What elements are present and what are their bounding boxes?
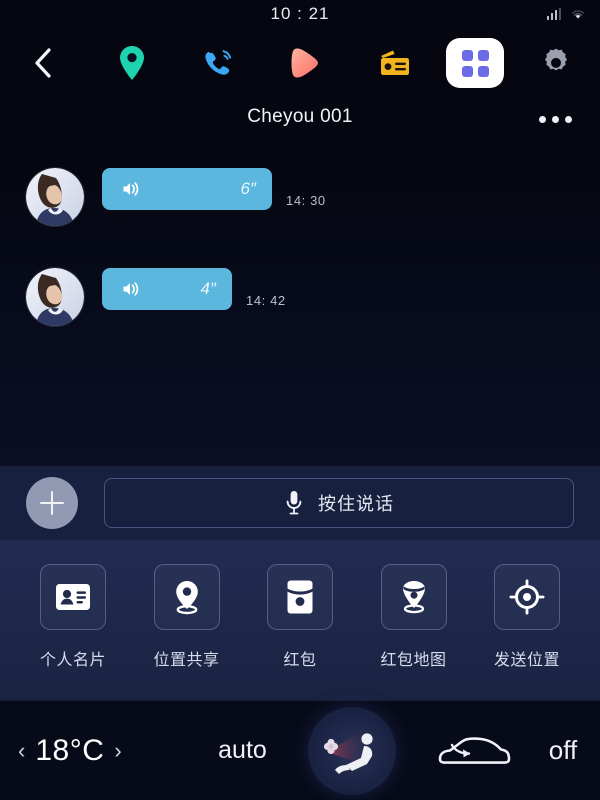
status-clock: 10 : 21: [270, 4, 330, 23]
avatar[interactable]: [26, 268, 84, 326]
function-item-red-packet[interactable]: 红包: [253, 564, 347, 670]
function-item-contact-card[interactable]: 个人名片: [26, 564, 120, 670]
contact-avatar: [26, 168, 84, 226]
function-tile: [267, 564, 333, 630]
function-tile: [494, 564, 560, 630]
voice-message-bubble[interactable]: 6″: [102, 168, 272, 210]
location-pin-icon: [175, 581, 198, 615]
fan-state-button[interactable]: off: [544, 735, 600, 766]
voice-duration: 6″: [240, 179, 256, 198]
message-bubble-wrap: 4″ 14: 42: [84, 268, 286, 310]
microphone-icon: [286, 491, 302, 515]
recirculation-button[interactable]: [404, 730, 544, 772]
contact-card-icon: [56, 584, 90, 610]
contact-avatar: [26, 268, 84, 326]
apps-button[interactable]: [446, 38, 505, 88]
page-title: Cheyou 001: [247, 106, 353, 127]
temperature-control: ‹ 18°C ›: [0, 734, 185, 768]
auto-mode-button[interactable]: auto: [185, 736, 300, 765]
status-indicators: [546, 8, 587, 20]
navigation-button[interactable]: [88, 30, 176, 96]
more-dots-icon[interactable]: [539, 116, 572, 123]
car-infotainment-screen: 10 : 21 Cheyou 001 6″ 14: 30 4″ 14: 42 按…: [0, 0, 600, 800]
seat-airflow-icon: [323, 731, 373, 774]
map-pin-icon: [119, 46, 144, 80]
back-icon: [35, 48, 51, 78]
function-tile: [40, 564, 106, 630]
message-bubble-wrap: 6″ 14: 30: [84, 168, 326, 210]
message-row: 4″ 14: 42: [0, 268, 600, 326]
signal-bars-icon: [546, 8, 561, 20]
red-packet-icon: [287, 580, 313, 614]
car-recirculation-icon: [438, 736, 511, 764]
function-label: 个人名片: [39, 652, 106, 669]
function-item-location-share[interactable]: 位置共享: [140, 564, 234, 670]
radio-icon: [380, 50, 409, 75]
message-timestamp: 14: 42: [246, 293, 286, 308]
airflow-mode-button[interactable]: [308, 706, 396, 795]
red-packet-map-icon: [402, 581, 425, 614]
app-icon-bar: [0, 30, 600, 96]
function-item-send-location[interactable]: 发送位置: [480, 564, 574, 670]
message-input-bar: 按住说话: [0, 466, 600, 540]
chat-header: Cheyou 001: [0, 96, 600, 146]
climate-control-bar: ‹ 18°C › auto off: [0, 700, 600, 800]
gear-icon: [545, 48, 568, 71]
chevron-right-icon[interactable]: ›: [114, 739, 121, 762]
function-label: 发送位置: [493, 652, 560, 669]
message-row: 6″ 14: 30: [0, 168, 600, 226]
temperature-value: 18°C: [35, 733, 105, 767]
back-button[interactable]: [0, 30, 88, 96]
function-label: 红包: [283, 652, 317, 669]
settings-button[interactable]: [512, 30, 600, 96]
hold-to-talk-button[interactable]: 按住说话: [104, 478, 574, 528]
apps-grid-icon: [461, 49, 489, 77]
voice-message-bubble[interactable]: 4″: [102, 268, 232, 310]
phone-icon: [205, 50, 232, 75]
function-tile: [380, 564, 447, 630]
radio-button[interactable]: [351, 30, 439, 96]
function-grid: 个人名片 位置共享 红包 红包地图 发送位置: [0, 540, 600, 700]
function-label: 位置共享: [153, 652, 220, 669]
media-button[interactable]: [263, 30, 351, 96]
send-location-icon: [509, 579, 545, 615]
status-bar: 10 : 21: [0, 0, 600, 30]
chevron-left-icon[interactable]: ‹: [18, 739, 25, 762]
speaker-wave-icon: [123, 182, 139, 196]
voice-duration: 4″: [200, 279, 216, 298]
message-timestamp: 14: 30: [286, 193, 326, 208]
function-tile: [153, 564, 220, 630]
speaker-wave-icon: [123, 282, 139, 296]
function-label: 红包地图: [380, 652, 447, 669]
wifi-icon: [571, 10, 585, 19]
message-list[interactable]: 6″ 14: 30 4″ 14: 42: [0, 146, 600, 466]
add-attachment-button[interactable]: [26, 477, 78, 529]
media-icon: [291, 48, 318, 78]
avatar[interactable]: [26, 168, 84, 226]
phone-button[interactable]: [175, 30, 263, 96]
function-item-red-packet-map[interactable]: 红包地图: [367, 564, 461, 670]
hold-to-talk-label: 按住说话: [318, 494, 394, 514]
